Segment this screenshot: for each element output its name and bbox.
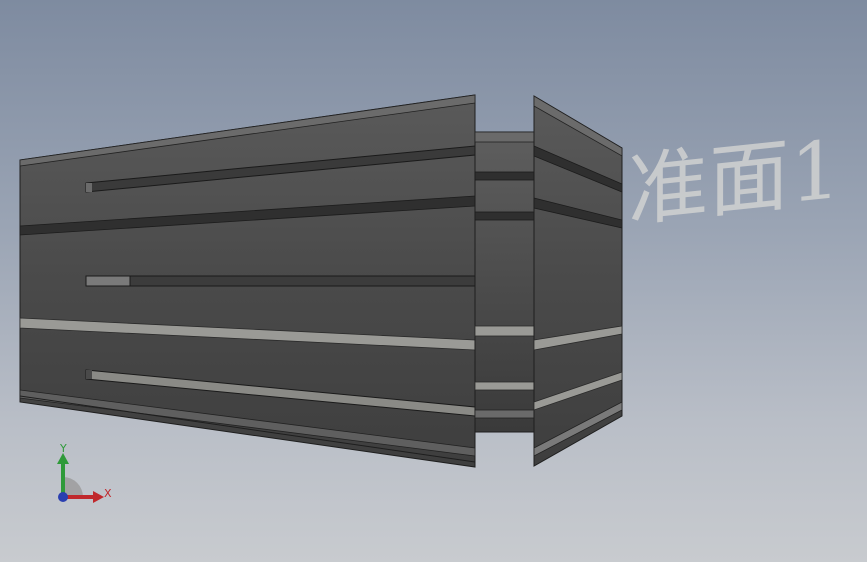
reference-plane-label[interactable]: 准面1: [628, 123, 842, 238]
coordinate-triad: Y X: [57, 442, 112, 503]
collet-slot-bottom-face: [86, 370, 92, 379]
graphics-viewport[interactable]: 准面1 Y X: [0, 0, 867, 562]
x-axis-arrow-icon: [93, 491, 104, 503]
collet-slot-top-face: [86, 183, 92, 192]
collet-neck-band: [474, 211, 535, 221]
collet-neck-band: [474, 325, 535, 337]
collet-neck-band: [474, 171, 535, 181]
y-axis-label: Y: [59, 442, 67, 455]
collet-neck-band: [474, 381, 535, 391]
x-axis-label: X: [104, 487, 112, 500]
collet-slot-middle-face: [85, 275, 131, 287]
collet-model[interactable]: [0, 0, 867, 562]
z-axis-icon: [58, 492, 68, 502]
collet-neck-band: [474, 409, 535, 419]
collet-neck-band: [474, 131, 535, 143]
